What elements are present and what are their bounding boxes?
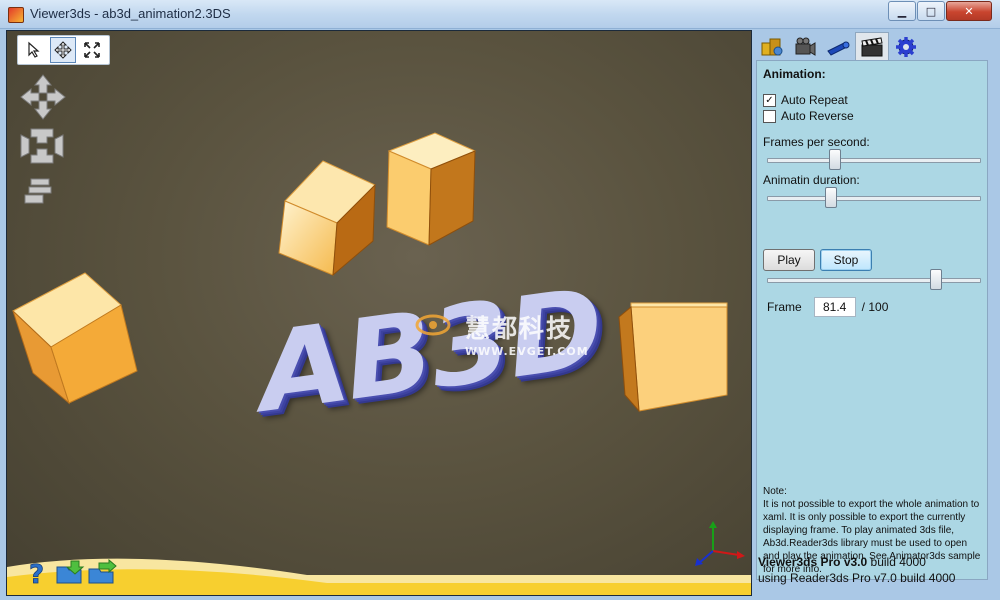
slider-thumb[interactable]: [825, 187, 837, 208]
animation-tab-content: Animation: ✓ Auto Repeat Auto Reverse Fr…: [756, 60, 988, 580]
properties-panel: Animation: ✓ Auto Repeat Auto Reverse Fr…: [754, 30, 992, 594]
window-controls: ▁ □ ✕: [887, 1, 992, 21]
tab-animation[interactable]: [855, 32, 889, 60]
svg-text:?: ?: [29, 560, 44, 587]
frame-input[interactable]: 81.4: [813, 297, 856, 317]
zoom-extents-icon[interactable]: [79, 37, 105, 63]
animation-heading: Animation:: [763, 67, 826, 81]
checkbox-box: [763, 109, 776, 123]
status-line-2: using Reader3ds Pro v7.0 build 4000: [758, 571, 956, 585]
settings-gear-icon: [896, 37, 916, 57]
scene-objects-icon: [761, 38, 783, 56]
help-icon[interactable]: ?: [23, 559, 53, 587]
auto-repeat-label: Auto Repeat: [781, 93, 848, 107]
maximize-button[interactable]: □: [917, 1, 945, 21]
orange-cube: [12, 272, 138, 405]
tab-scene-objects[interactable]: [756, 34, 788, 60]
note-title: Note:: [763, 486, 787, 497]
play-button[interactable]: Play: [763, 249, 815, 271]
slider-thumb[interactable]: [930, 269, 942, 290]
product-build: build 4000: [867, 555, 926, 569]
light-icon: [827, 41, 850, 56]
fps-label: Frames per second:: [763, 135, 870, 149]
rotate-control-icon[interactable]: [19, 125, 65, 170]
close-button[interactable]: ✕: [946, 1, 992, 21]
slider-track: [767, 278, 981, 283]
duration-slider[interactable]: [767, 187, 981, 208]
duration-label: Animatin duration:: [763, 173, 860, 187]
export-icon[interactable]: [87, 559, 117, 587]
evget-watermark: 慧都科技 WWW.EVGET.COM: [415, 309, 589, 358]
orange-cube: [278, 160, 376, 277]
orange-cube: [618, 302, 728, 413]
frame-row: Frame 81.4 / 100: [767, 297, 888, 317]
orange-cube: [386, 132, 477, 246]
panel-tabs: [756, 30, 992, 60]
product-name: Viewer3ds Pro v3.0: [758, 555, 868, 569]
minimize-button[interactable]: ▁: [888, 1, 916, 21]
animation-clapper-icon: [861, 36, 883, 56]
tab-camera[interactable]: [789, 34, 821, 60]
slider-track: [767, 196, 981, 201]
auto-reverse-label: Auto Reverse: [781, 109, 854, 123]
window-title: Viewer3ds - ab3d_animation2.3DS: [30, 6, 231, 21]
watermark-logo-icon: [415, 314, 451, 336]
status-line-1: Viewer3ds Pro v3.0 build 4000: [758, 554, 990, 570]
frame-label: Frame: [767, 300, 802, 314]
title-bar: Viewer3ds - ab3d_animation2.3DS ▁ □ ✕: [0, 0, 1000, 29]
select-arrow-icon[interactable]: [21, 37, 47, 63]
3d-viewport[interactable]: AB3D 慧都科技 WWW.EVGET.COM ?: [6, 30, 752, 596]
bottom-toolbar: ?: [23, 559, 119, 587]
tab-light[interactable]: [822, 34, 854, 60]
watermark-chinese: 慧都科技: [465, 314, 574, 343]
camera-icon: [795, 37, 816, 56]
watermark-url: WWW.EVGET.COM: [465, 345, 589, 358]
stop-button[interactable]: Stop: [820, 249, 872, 271]
fps-slider[interactable]: [767, 149, 981, 170]
zoom-control-icon[interactable]: [23, 175, 57, 210]
frame-position-slider[interactable]: [767, 269, 981, 290]
tab-settings[interactable]: [890, 34, 922, 60]
status-info: Viewer3ds Pro v3.0 build 4000 using Read…: [758, 554, 990, 586]
auto-reverse-checkbox[interactable]: Auto Reverse: [763, 109, 854, 123]
move-icon[interactable]: [50, 37, 76, 63]
slider-track: [767, 158, 981, 163]
camera-tool-selector: [17, 35, 110, 65]
slider-thumb[interactable]: [829, 149, 841, 170]
app-icon: [8, 7, 24, 23]
open-folder-icon[interactable]: [55, 559, 85, 587]
pan-control-icon[interactable]: [19, 73, 67, 124]
frame-total: / 100: [861, 300, 889, 314]
auto-repeat-checkbox[interactable]: ✓ Auto Repeat: [763, 93, 848, 107]
checkmark-icon: ✓: [763, 93, 776, 107]
